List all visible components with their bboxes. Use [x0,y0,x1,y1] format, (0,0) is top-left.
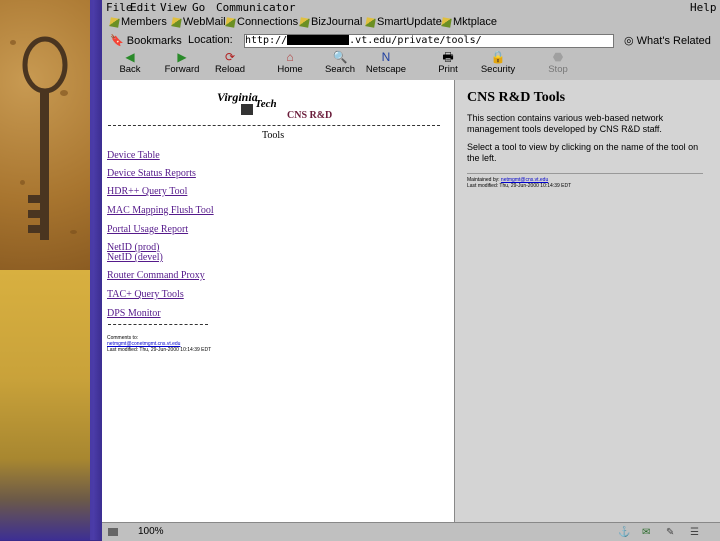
bookmark-smartupdate[interactable]: SmartUpdate [365,16,442,28]
menu-bar: File Edit View Go Communicator Help [102,0,720,14]
whats-related-button[interactable]: ◎ What's Related [624,34,711,47]
link-device-status-reports[interactable]: Device Status Reports [107,168,196,179]
right-intro: This section contains various web-based … [467,113,664,134]
left-frame: Virginia Tech CNS R&D Tools Device Table… [102,80,455,522]
search-button[interactable]: 🔍 Search [316,51,364,77]
url-prefix: http:// [245,35,288,46]
bookmark-icon [225,16,236,28]
bookmarks-icon: 🔖 [110,35,124,47]
right-frame: CNS R&D Tools This section contains vari… [455,80,720,522]
bookmark-icon [171,16,182,28]
menu-file[interactable]: File [106,1,133,14]
bookmark-icon [109,16,120,28]
bookmark-icon [299,16,310,28]
link-netid-devel[interactable]: NetID (devel) [107,252,163,263]
status-bar: 100% ⚓ ✉ ✎ ☰ [102,522,720,541]
bookmark-members[interactable]: Members [109,16,167,28]
security-lock-icon: 🔒 [490,50,506,64]
logo-tech: Tech [255,98,277,110]
location-toolbar: 🔖 Bookmarks Location: http:// .vt.edu/pri… [102,33,720,49]
discussions-tray-icon[interactable]: ☰ [690,527,704,538]
security-button[interactable]: 🔒 Security [474,51,522,77]
slide-gold-panel [0,270,90,540]
bookmark-connections[interactable]: Connections [225,16,298,28]
mail-tray-icon[interactable]: ✉ [642,527,656,538]
forward-arrow-icon: ▶ [177,50,187,64]
menu-communicator[interactable]: Communicator [216,1,295,14]
menu-help[interactable]: Help [690,1,717,14]
vt-logo: Virginia Tech [217,88,277,115]
link-portal-usage-report[interactable]: Portal Usage Report [107,224,188,235]
forward-button[interactable]: ▶ Forward [158,51,206,77]
location-label: Location: [188,34,233,46]
stop-icon: ⬣ [552,50,564,64]
menu-go[interactable]: Go [192,1,205,14]
load-progress: 100% [138,526,164,537]
link-mac-mapping-flush[interactable]: MAC Mapping Flush Tool [107,205,214,216]
link-device-table[interactable]: Device Table [107,150,160,161]
footer-divider [108,324,208,325]
home-button[interactable]: ⌂ Home [266,51,314,77]
browser-window: File Edit View Go Communicator Help Memb… [102,0,720,541]
menu-edit[interactable]: Edit [130,1,157,14]
search-icon: 🔍 [332,50,348,64]
reload-icon: ⟳ [224,50,236,64]
link-tac-query-tools[interactable]: TAC+ Query Tools [107,289,184,300]
navigator-tray-icon[interactable]: ⚓ [618,527,632,538]
bookmarks-button[interactable]: 🔖 Bookmarks [110,34,182,47]
logo-virginia: Virginia [217,90,258,104]
key-icon [22,36,68,240]
right-divider [467,173,703,174]
whats-related-icon: ◎ [624,35,634,47]
composer-tray-icon[interactable]: ✎ [666,527,680,538]
url-redaction [287,35,350,45]
bookmark-mktplace[interactable]: Mktplace [441,16,497,28]
personal-toolbar: Members WebMail Connections BizJournal S… [102,15,720,31]
link-router-command-proxy[interactable]: Router Command Proxy [107,270,205,281]
bookmark-bizjournal[interactable]: BizJournal [299,16,362,28]
url-suffix: .vt.edu/private/tools/ [349,35,482,46]
url-field[interactable]: http:// .vt.edu/private/tools/ [244,34,614,48]
right-title: CNS R&D Tools [467,90,566,105]
netscape-button[interactable]: N Netscape [362,51,410,77]
print-button[interactable]: 🖶 Print [424,51,472,77]
status-lock-icon[interactable] [108,528,118,536]
tools-heading: Tools [262,130,285,141]
link-dps-monitor[interactable]: DPS Monitor [107,308,161,319]
navigation-toolbar: ◀ Back ▶ Forward ⟳ Reload ⌂ Home 🔍 Search N Ne… [102,50,720,78]
bookmark-icon [441,16,452,28]
key-photo [0,0,90,270]
reload-button[interactable]: ⟳ Reload [206,51,254,77]
menu-view[interactable]: View [160,1,187,14]
page-header: CNS R&D [287,110,333,121]
back-button[interactable]: ◀ Back [106,51,154,77]
bookmark-webmail[interactable]: WebMail [171,16,226,28]
netscape-icon: N [381,50,391,64]
print-icon: 🖶 [442,50,454,64]
link-hdr-query-tool[interactable]: HDR++ Query Tool [107,186,187,197]
stop-button[interactable]: ⬣ Stop [534,51,582,77]
divider [108,125,440,126]
back-arrow-icon: ◀ [125,50,135,64]
right-footer: Maintained by: netmgmt@cns.vt.edu Last m… [467,177,572,189]
home-icon: ⌂ [286,50,294,64]
vt-shield-icon [241,104,253,115]
footer-comments: Comments to: netmgmt@conetmgmt.cns.vt.ed… [107,335,212,353]
bookmark-icon [365,16,376,28]
right-instructions: Select a tool to view by clicking on the… [467,142,699,163]
